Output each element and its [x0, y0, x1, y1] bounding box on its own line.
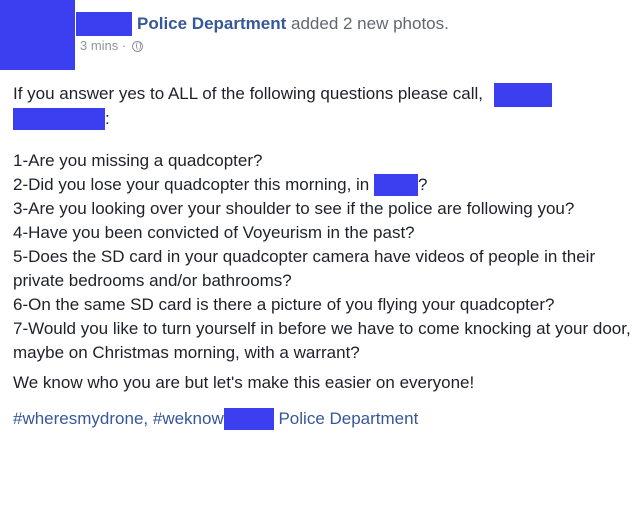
question-text: 3-Are you looking over your shoulder to …	[13, 198, 575, 218]
hashtag-line: #wheresmydrone, #weknow Police Departmen…	[13, 407, 633, 431]
question-text: 4-Have you been convicted of Voyeurism i…	[13, 222, 415, 242]
question-1: 1-Are you missing a quadcopter?	[13, 149, 633, 173]
question-6: 6-On the same SD card is there a picture…	[13, 293, 633, 317]
hashtag-weknow[interactable]: #weknow	[153, 409, 224, 428]
intro-paragraph: If you answer yes to ALL of the followin…	[13, 82, 633, 131]
avatar-redacted	[0, 0, 75, 70]
question-text: 1-Are you missing a quadcopter?	[13, 150, 263, 170]
page-name-link[interactable]: Police Department	[137, 14, 286, 33]
question-text: 7-Would you like to turn yourself in bef…	[13, 318, 631, 362]
question-text: 5-Does the SD card in your quadcopter ca…	[13, 246, 596, 290]
question-4: 4-Have you been convicted of Voyeurism i…	[13, 221, 633, 245]
intro-text: If you answer yes to ALL of the followin…	[13, 84, 483, 103]
globe-icon[interactable]	[131, 41, 143, 52]
question-7: 7-Would you like to turn yourself in bef…	[13, 317, 633, 365]
question-text: 6-On the same SD card is there a picture…	[13, 294, 555, 314]
phone-redaction-2	[13, 108, 105, 131]
post-action-text: added 2 new photos.	[291, 14, 449, 33]
question-text: 2-Did you lose your quadcopter this morn…	[13, 174, 374, 194]
phone-redaction	[493, 82, 552, 107]
closing-line: We know who you are but let's make this …	[13, 372, 475, 392]
post-body: If you answer yes to ALL of the followin…	[13, 82, 633, 431]
timestamp[interactable]: 3 mins	[80, 38, 118, 53]
question-2: 2-Did you lose your quadcopter this morn…	[13, 173, 633, 197]
meta-separator: ·	[121, 38, 127, 53]
post-meta: 3 mins ·	[80, 38, 143, 53]
hashtag-redaction	[223, 408, 274, 431]
question-5: 5-Does the SD card in your quadcopter ca…	[13, 245, 633, 293]
question-suffix: ?	[417, 174, 428, 194]
intro-suffix: :	[105, 108, 110, 128]
location-redaction	[373, 174, 418, 197]
signature-page-link[interactable]: Police Department	[278, 409, 418, 428]
hashtag-wheresmydrone[interactable]: #wheresmydrone,	[13, 409, 148, 428]
post-header: Police Department added 2 new photos. 3 …	[0, 0, 640, 70]
header-line: Police Department added 2 new photos.	[137, 12, 449, 36]
question-3: 3-Are you looking over your shoulder to …	[13, 197, 633, 221]
page-name-redaction	[76, 12, 132, 36]
